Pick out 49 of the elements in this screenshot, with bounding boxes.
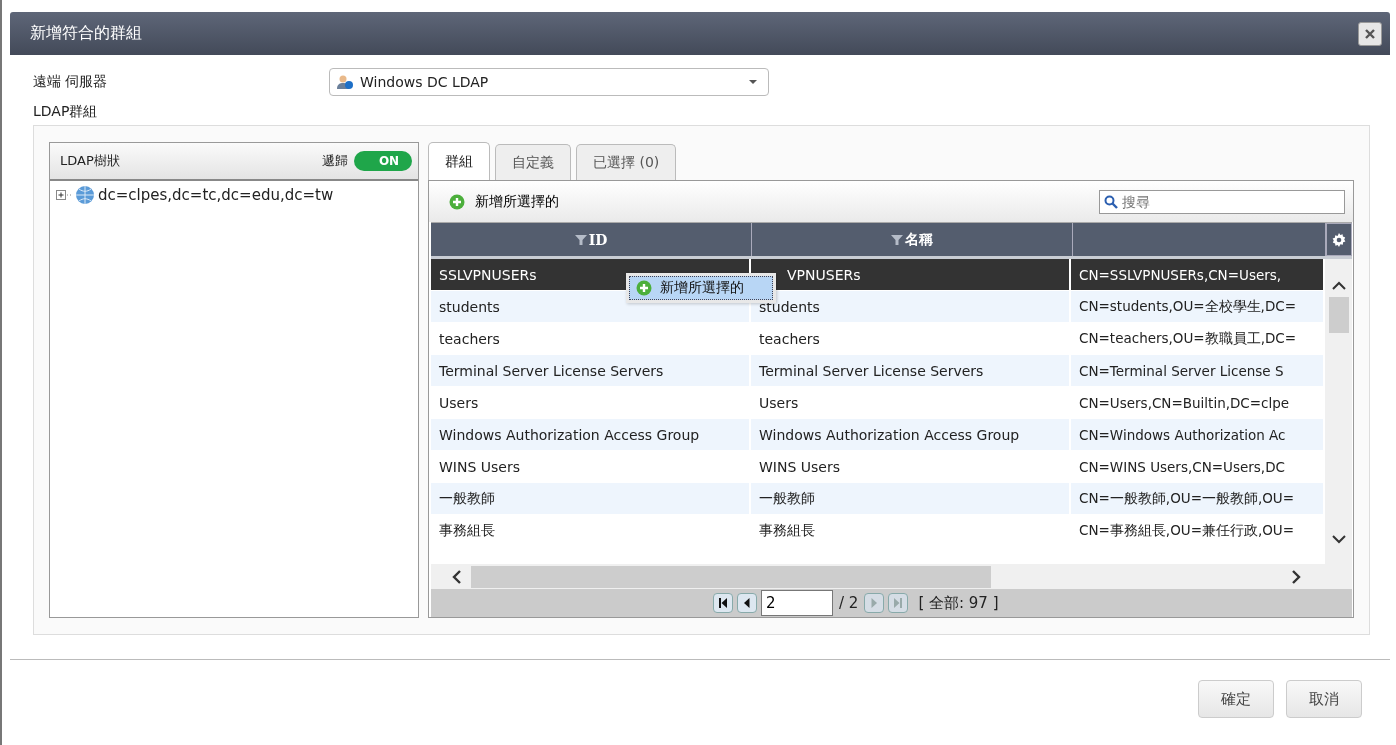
prev-page-button[interactable] — [737, 593, 757, 613]
table-row[interactable]: 事務組長 事務組長 CN=事務組長,OU=兼任行政,OU= — [431, 515, 1325, 547]
total-count: [ 全部: 97 ] — [918, 593, 999, 613]
table-row[interactable]: 一般教師 一般教師 CN=一般教師,OU=一般教師,OU= — [431, 483, 1325, 515]
tree-node[interactable]: dc=clpes,dc=tc,dc=edu,dc=tw — [98, 186, 334, 204]
table-cell: 一般教師 — [751, 483, 1071, 514]
recursive-label: 遞歸 — [322, 152, 348, 170]
table-cell: Terminal Server License Servers — [751, 355, 1071, 386]
server-label: 遠端 伺服器 — [33, 73, 109, 91]
table-row[interactable]: Windows Authorization Access Group Windows Authorization Access Group CN=Windows Authorization Ac — [431, 419, 1325, 451]
search-field[interactable]: 搜尋 — [1099, 189, 1345, 214]
table-cell: 事務組長 — [751, 515, 1071, 546]
filter-icon — [891, 234, 903, 245]
column-header[interactable]: 名稱 — [752, 223, 1073, 256]
tab[interactable]: 群組 — [428, 142, 490, 180]
close-icon — [1364, 27, 1376, 40]
tab[interactable]: 已選擇 (0) — [576, 144, 677, 180]
ok-button[interactable]: 確定 — [1198, 680, 1274, 718]
globe-icon — [75, 185, 95, 205]
table-cell: Terminal Server License Servers — [431, 355, 751, 386]
plus-icon — [636, 280, 652, 296]
settings-icon — [1332, 232, 1346, 247]
search-icon — [1104, 194, 1118, 209]
server-dropdown[interactable]: Windows DC LDAP — [329, 68, 769, 96]
first-page-button[interactable] — [713, 593, 733, 613]
user-icon — [336, 74, 354, 90]
filter-icon — [574, 234, 587, 245]
group-label: LDAP群組 — [33, 103, 99, 121]
plus-icon — [449, 193, 465, 210]
page-input[interactable]: 2 — [761, 590, 833, 616]
panel-title: LDAP樹狀 — [60, 152, 120, 170]
tab[interactable]: 自定義 — [495, 144, 571, 180]
vertical-scrollbar[interactable] — [1325, 259, 1352, 564]
cancel-button[interactable]: 取消 — [1286, 680, 1362, 718]
settings-button[interactable] — [1326, 223, 1352, 256]
table-cell: Windows Authorization Access Group — [431, 419, 751, 450]
table-cell: 一般教師 — [431, 483, 751, 514]
expand-icon[interactable] — [56, 190, 72, 200]
dialog-title: 新增符合的群組 — [30, 23, 142, 44]
column-header[interactable]: ID — [431, 223, 752, 256]
caret-icon — [748, 79, 758, 85]
close-button[interactable] — [1358, 21, 1382, 46]
table-cell: Windows Authorization Access Group — [751, 419, 1071, 450]
skip-start-icon — [717, 597, 729, 609]
table-cell: 事務組長 — [431, 515, 751, 546]
table-row[interactable]: Terminal Server License Servers Terminal Server License Servers CN=Terminal Server License S — [431, 355, 1325, 387]
page-count: / 2 — [839, 594, 859, 612]
add-selected-button[interactable]: 新增所選擇的 — [449, 192, 559, 211]
skip-end-icon — [892, 597, 905, 609]
